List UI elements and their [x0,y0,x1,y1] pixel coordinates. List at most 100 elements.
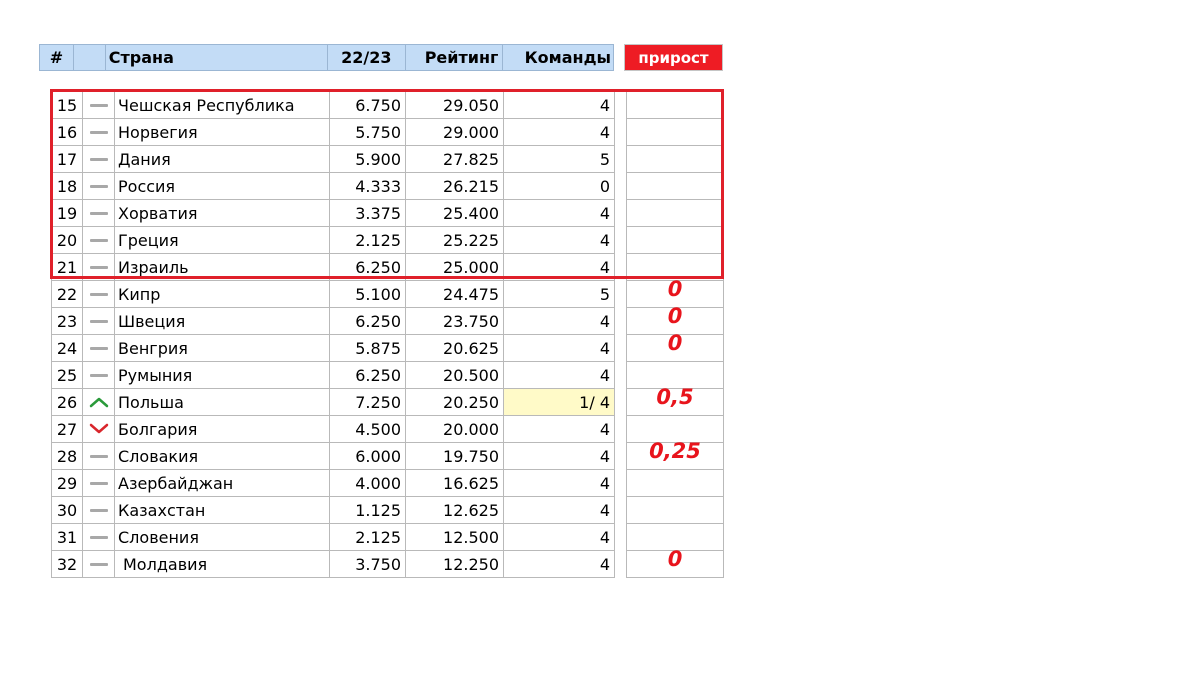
rating-cell: 25.000 [406,254,504,281]
rank-cell: 18 [52,173,83,200]
trend-unchanged-icon [89,238,108,242]
trend-unchanged-icon [89,292,108,296]
table-row: 15 Чешская Республика 6.750 29.050 4 [52,92,615,119]
header-season: 22/23 [328,45,406,70]
table-row: 19 Хорватия 3.375 25.400 4 [52,200,615,227]
rank-cell: 15 [52,92,83,119]
rank-cell: 32 [52,551,83,578]
growth-value: 0,5 [656,385,694,409]
rank-cell: 30 [52,497,83,524]
table-row: 29 Азербайджан 4.000 16.625 4 [52,470,615,497]
rating-cell: 25.225 [406,227,504,254]
header-trend [74,45,106,70]
trend-cell [83,227,115,254]
trend-cell [83,119,115,146]
table-row: 21 Израиль 6.250 25.000 4 [52,254,615,281]
teams-cell: 1/ 4 [504,389,615,416]
trend-cell [83,389,115,416]
trend-up-icon [89,396,109,408]
rating-cell: 27.825 [406,146,504,173]
season-cell: 4.333 [330,173,406,200]
growth-value: 0 [667,304,683,328]
trend-unchanged-icon [89,130,108,134]
trend-unchanged-icon [89,265,108,269]
rating-cell: 12.625 [406,497,504,524]
trend-unchanged-icon [89,103,108,107]
trend-unchanged-icon [89,454,108,458]
table-row: 26 Польша 7.250 20.250 1/ 4 [52,389,615,416]
ranking-table: 15 Чешская Республика 6.750 29.050 4 16 Норвег… [51,91,615,578]
trend-cell [83,200,115,227]
season-cell: 1.125 [330,497,406,524]
rank-cell: 19 [52,200,83,227]
growth-cell [626,146,724,173]
teams-cell: 4 [504,362,615,389]
rank-cell: 31 [52,524,83,551]
country-cell: Норвегия [115,119,330,146]
season-cell: 6.250 [330,254,406,281]
teams-cell: 4 [504,497,615,524]
growth-value: 0 [667,547,683,571]
table-row: 18 Россия 4.333 26.215 0 [52,173,615,200]
table-header: # Страна 22/23 Рейтинг Команды [39,44,614,71]
trend-unchanged-icon [89,508,108,512]
rating-cell: 20.000 [406,416,504,443]
rating-cell: 20.625 [406,335,504,362]
trend-unchanged-icon [89,373,108,377]
table-row: 30 Казахстан 1.125 12.625 4 [52,497,615,524]
table-row: 24 Венгрия 5.875 20.625 4 [52,335,615,362]
trend-unchanged-icon [89,535,108,539]
growth-cell [626,173,724,200]
rating-cell: 19.750 [406,443,504,470]
table-row: 27 Болгария 4.500 20.000 4 [52,416,615,443]
trend-cell [83,524,115,551]
country-cell: Словения [115,524,330,551]
season-cell: 6.000 [330,443,406,470]
rank-cell: 24 [52,335,83,362]
country-cell: Болгария [115,416,330,443]
teams-cell: 4 [504,443,615,470]
growth-cell [626,497,724,524]
rating-cell: 20.250 [406,389,504,416]
teams-cell: 4 [504,551,615,578]
trend-cell [83,497,115,524]
trend-cell [83,416,115,443]
growth-cell [626,92,724,119]
teams-cell: 5 [504,281,615,308]
season-cell: 4.000 [330,470,406,497]
country-cell: Россия [115,173,330,200]
table-row: 32 Молдавия 3.750 12.250 4 [52,551,615,578]
country-cell: Кипр [115,281,330,308]
teams-cell: 4 [504,119,615,146]
country-cell: Молдавия [115,551,330,578]
season-cell: 5.900 [330,146,406,173]
rating-cell: 25.400 [406,200,504,227]
trend-cell [83,551,115,578]
header-country: Страна [106,45,328,70]
trend-cell [83,335,115,362]
country-cell: Румыния [115,362,330,389]
table-row: 25 Румыния 6.250 20.500 4 [52,362,615,389]
season-cell: 4.500 [330,416,406,443]
table-row: 23 Швеция 6.250 23.750 4 [52,308,615,335]
trend-cell [83,92,115,119]
trend-unchanged-icon [89,184,108,188]
season-cell: 5.875 [330,335,406,362]
growth-cell [626,119,724,146]
teams-cell: 4 [504,92,615,119]
country-cell: Венгрия [115,335,330,362]
growth-cell [626,227,724,254]
teams-cell: 4 [504,200,615,227]
growth-cell [626,470,724,497]
rank-cell: 23 [52,308,83,335]
country-cell: Азербайджан [115,470,330,497]
table-row: 17 Дания 5.900 27.825 5 [52,146,615,173]
season-cell: 2.125 [330,524,406,551]
trend-cell [83,443,115,470]
teams-cell: 0 [504,173,615,200]
rank-cell: 17 [52,146,83,173]
country-cell: Хорватия [115,200,330,227]
season-cell: 6.250 [330,362,406,389]
rank-cell: 16 [52,119,83,146]
trend-cell [83,146,115,173]
